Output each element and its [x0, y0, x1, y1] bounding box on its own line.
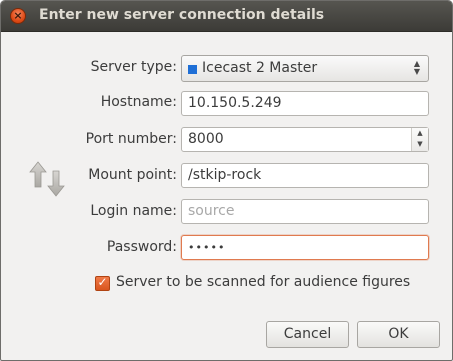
password-label: Password: — [106, 239, 177, 255]
cancel-button[interactable]: Cancel — [266, 321, 349, 348]
close-button[interactable]: × — [10, 8, 26, 24]
mount-field[interactable]: /stkip-rock — [181, 163, 429, 188]
transfer-arrows-icon — [29, 161, 65, 197]
scan-checkbox[interactable]: ✓ — [95, 275, 110, 291]
server-type-value: Icecast 2 Master — [202, 60, 318, 76]
window-title: Enter new server connection details — [39, 7, 325, 23]
blue-square-icon — [188, 65, 197, 74]
title-bar: × Enter new server connection details — [1, 1, 452, 32]
close-icon: × — [13, 9, 23, 22]
scan-label[interactable]: Server to be scanned for audience figure… — [116, 274, 410, 290]
mount-label: Mount point: — [88, 167, 177, 183]
dialog-window: × Enter new server connection details Se… — [0, 0, 453, 361]
spin-buttons: ▲ ▼ — [411, 128, 428, 151]
port-value: 8000 — [188, 131, 224, 147]
hostname-field[interactable]: 10.150.5.249 — [181, 91, 429, 116]
login-field[interactable]: source — [181, 199, 429, 224]
port-label: Port number: — [85, 131, 177, 147]
ok-button[interactable]: OK — [357, 321, 440, 348]
port-spinbox[interactable]: 8000 ▲ ▼ — [181, 127, 429, 152]
hostname-label: Hostname: — [100, 94, 177, 110]
password-field[interactable]: ••••• — [181, 235, 429, 260]
server-type-label: Server type: — [90, 59, 177, 75]
login-label: Login name: — [90, 203, 177, 219]
checkmark-icon: ✓ — [97, 275, 108, 289]
spin-down-icon[interactable]: ▼ — [412, 139, 428, 150]
combo-arrows-icon: ▲ ▼ — [413, 59, 421, 76]
spin-up-icon[interactable]: ▲ — [412, 128, 428, 139]
server-type-combo[interactable]: Icecast 2 Master ▲ ▼ — [181, 55, 429, 82]
